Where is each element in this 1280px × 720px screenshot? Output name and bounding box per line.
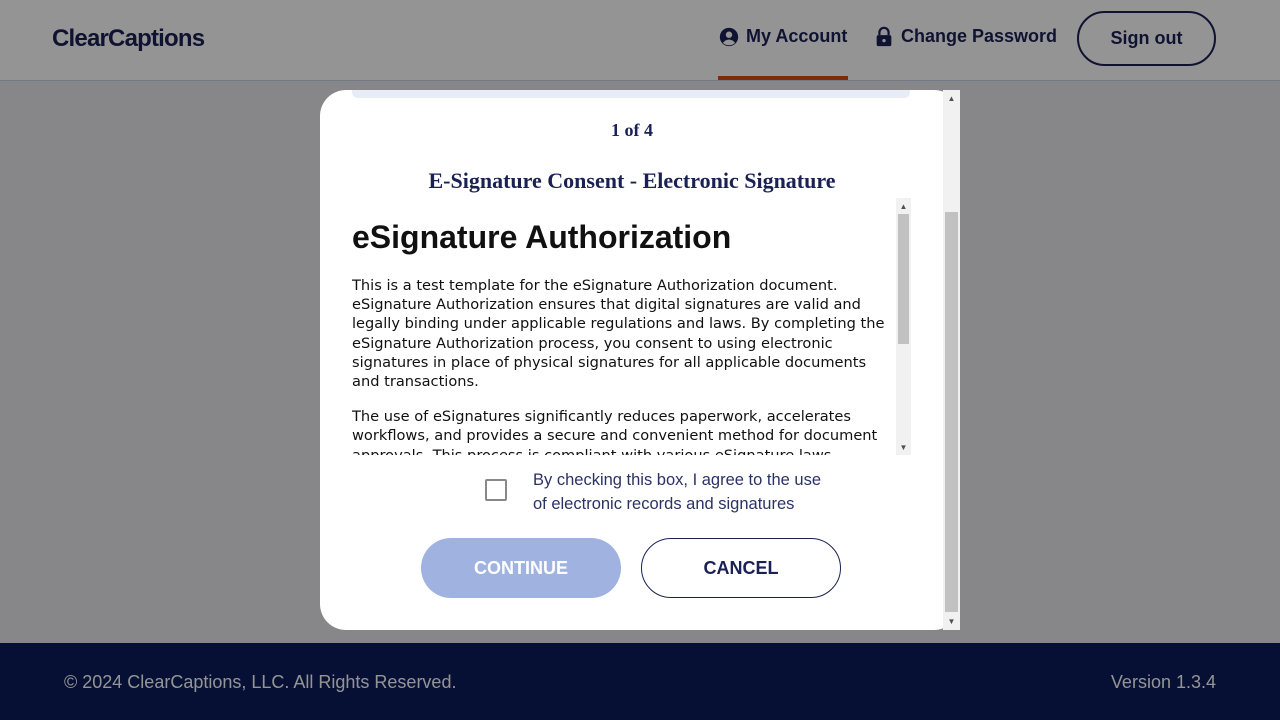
scroll-down-arrow-icon[interactable]: ▼: [944, 614, 959, 628]
continue-button[interactable]: CONTINUE: [421, 538, 621, 598]
scroll-up-arrow-icon[interactable]: ▲: [896, 199, 911, 213]
scroll-down-arrow-icon[interactable]: ▼: [896, 440, 911, 454]
page-counter: 1 of 4: [611, 120, 653, 140]
cancel-button[interactable]: CANCEL: [641, 538, 841, 598]
esignature-consent-modal: 1 of 4 E-Signature Consent - Electronic …: [320, 90, 960, 630]
consent-checkbox-label[interactable]: By checking this box, I agree to the use…: [533, 468, 833, 516]
modal-top-strip: [352, 90, 910, 98]
document-paragraph: The use of eSignatures significantly red…: [352, 408, 878, 455]
document-viewer[interactable]: eSignature Authorization This is a test …: [352, 198, 911, 455]
document-scrollbar[interactable]: ▲ ▼: [896, 198, 911, 455]
modal-scrollbar[interactable]: ▲ ▼: [943, 90, 960, 630]
document-title: E-Signature Consent - Electronic Signatu…: [428, 168, 836, 193]
scroll-up-arrow-icon[interactable]: ▲: [944, 91, 959, 105]
consent-checkbox-row[interactable]: By checking this box, I agree to the use…: [485, 468, 845, 518]
document-scrollbar-thumb[interactable]: [898, 214, 909, 344]
document-content: eSignature Authorization This is a test …: [352, 198, 892, 455]
document-heading: eSignature Authorization: [352, 219, 732, 255]
document-paragraph: This is a test template for the eSignatu…: [352, 277, 885, 391]
modal-scrollbar-thumb[interactable]: [945, 212, 958, 612]
consent-checkbox[interactable]: [485, 479, 507, 501]
